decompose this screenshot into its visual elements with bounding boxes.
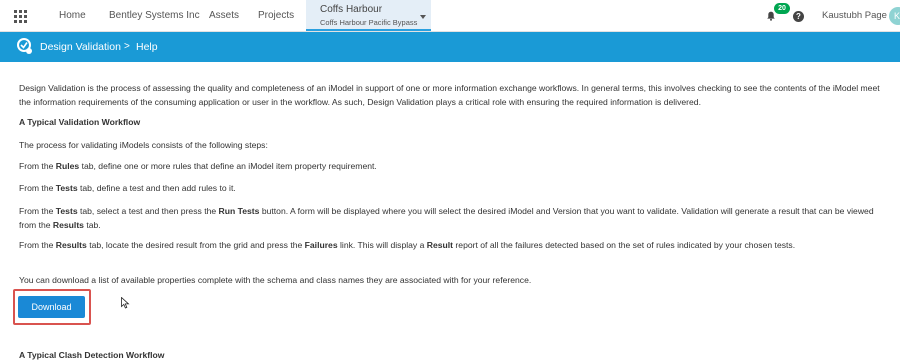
app-grid-icon[interactable] xyxy=(14,10,27,23)
clash-detection-heading: A Typical Clash Detection Workflow xyxy=(19,350,165,360)
avatar[interactable]: K xyxy=(889,7,900,25)
breadcrumb-help: Help xyxy=(136,41,158,53)
design-validation-logo-icon xyxy=(17,38,32,54)
user-name[interactable]: Kaustubh Page xyxy=(822,0,887,32)
intro-paragraph: Design Validation is the process of asse… xyxy=(19,83,880,107)
nav-projects[interactable]: Projects xyxy=(258,0,294,32)
notification-count-badge: 20 xyxy=(774,3,790,14)
process-text: The process for validating iModels consi… xyxy=(19,140,268,150)
breadcrumb-separator: > xyxy=(124,41,130,52)
nav-assets[interactable]: Assets xyxy=(209,0,239,32)
project-subtitle: Coffs Harbour Pacific Bypass xyxy=(320,18,418,27)
mouse-cursor-icon xyxy=(121,297,130,309)
breadcrumb-design-validation[interactable]: Design Validation xyxy=(40,32,121,62)
project-selector[interactable]: Coffs Harbour Coffs Harbour Pacific Bypa… xyxy=(306,0,431,31)
chevron-down-icon xyxy=(420,15,426,19)
help-icon[interactable]: ? xyxy=(793,11,804,22)
download-button[interactable]: Download xyxy=(18,296,85,318)
top-navigation: Home Bentley Systems Inc Assets Projects… xyxy=(0,0,900,32)
step-tests-run: From the Tests tab, select a test and th… xyxy=(19,206,874,230)
app-header-bar xyxy=(0,32,900,62)
nav-home[interactable]: Home xyxy=(59,0,86,32)
validation-workflow-heading: A Typical Validation Workflow xyxy=(19,117,141,127)
bell-icon[interactable] xyxy=(766,11,776,21)
project-title: Coffs Harbour xyxy=(320,4,383,15)
nav-bentley-systems[interactable]: Bentley Systems Inc xyxy=(109,0,200,32)
download-description: You can download a list of available pro… xyxy=(19,275,532,285)
step-results: From the Results tab, locate the desired… xyxy=(19,240,796,250)
step-tests-define: From the Tests tab, define a test and th… xyxy=(19,183,236,193)
step-rules: From the Rules tab, define one or more r… xyxy=(19,161,377,171)
